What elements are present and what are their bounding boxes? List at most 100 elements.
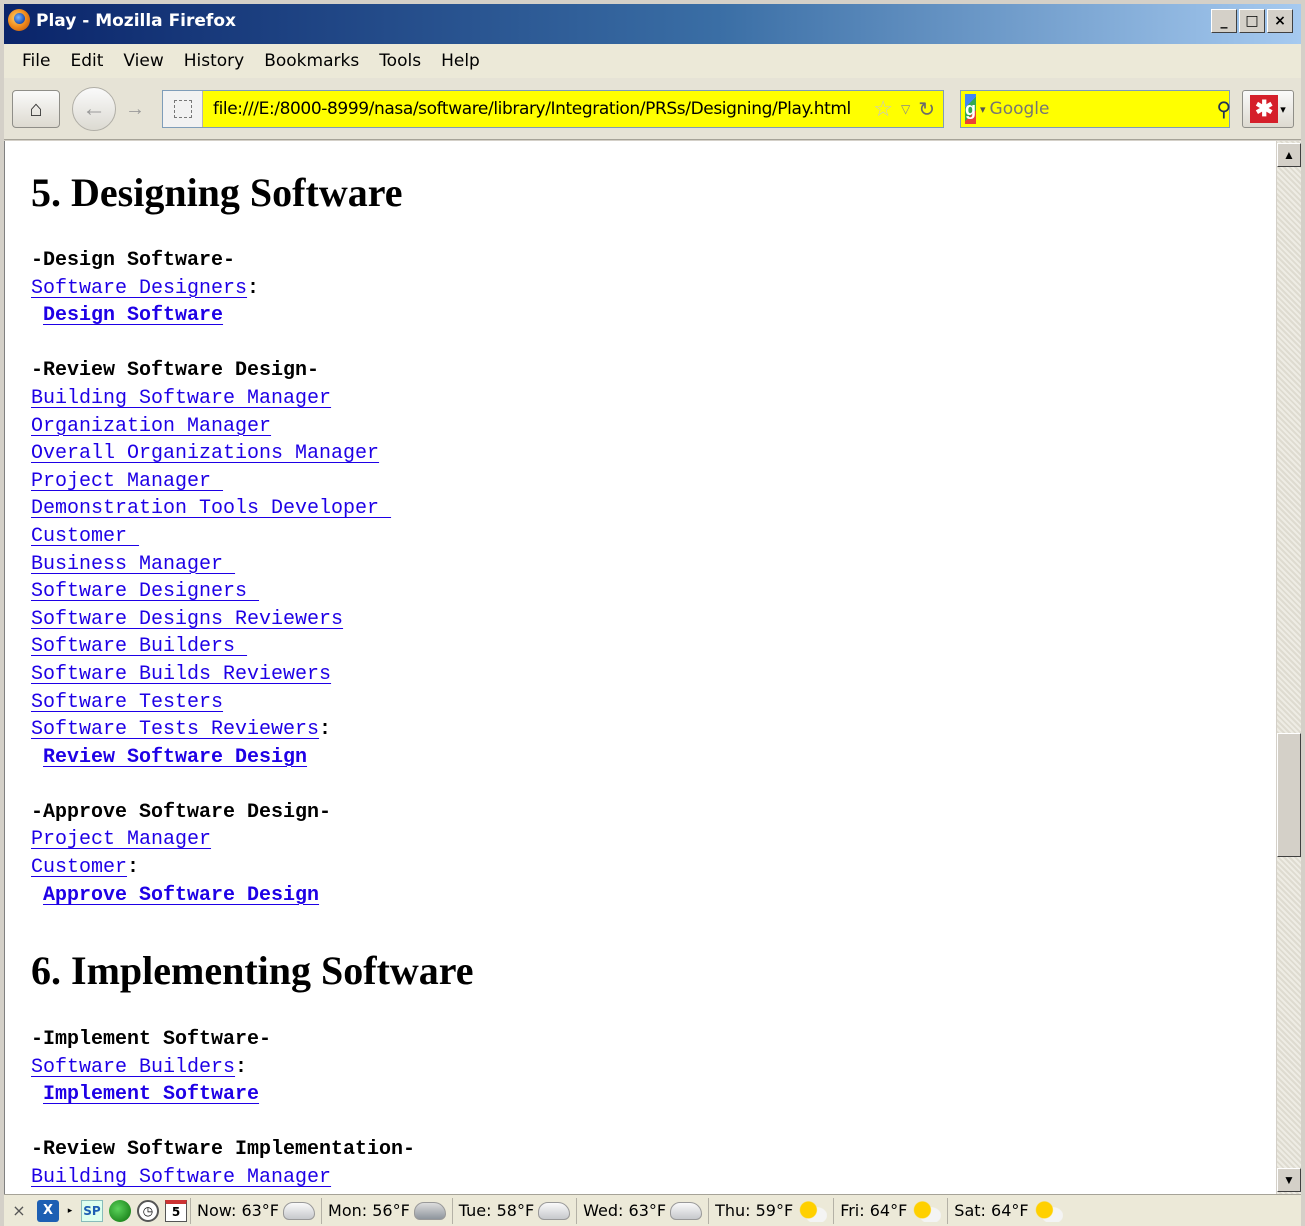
menu-history[interactable]: History (176, 47, 256, 75)
role-link[interactable]: Customer (31, 856, 127, 879)
role-link[interactable]: Software Designers (31, 580, 259, 603)
weather-label: Sat: 64°F (954, 1201, 1029, 1220)
section-heading-implementing: 6. Implementing Software (31, 948, 474, 993)
weather-label: Fri: 64°F (840, 1201, 908, 1220)
role-link[interactable]: Software Testers (31, 691, 223, 714)
site-identity-button[interactable] (163, 91, 203, 127)
weather-thu[interactable]: Thu: 59°F (708, 1197, 833, 1224)
google-engine-icon[interactable]: g (965, 94, 976, 124)
weather-wed[interactable]: Wed: 63°F (576, 1197, 708, 1224)
menu-bookmarks[interactable]: Bookmarks (256, 47, 371, 75)
role-link[interactable]: Software Designs Reviewers (31, 608, 343, 631)
reload-icon[interactable]: ↻ (914, 97, 943, 122)
partly-sunny-icon (911, 1199, 942, 1222)
close-addon-bar-icon[interactable]: × (4, 1201, 34, 1220)
addon-button[interactable]: ✱ ▾ (1242, 90, 1294, 128)
weather-sat[interactable]: Sat: 64°F (947, 1197, 1068, 1224)
menu-tools[interactable]: Tools (371, 47, 433, 75)
rain-cloud-icon (413, 1201, 446, 1220)
addon-dropdown-icon: ▾ (1280, 103, 1286, 116)
url-dropdown-icon[interactable]: ▽ (897, 102, 914, 116)
weather-now[interactable]: Now: 63°F (190, 1197, 321, 1224)
colon: : (235, 1055, 248, 1079)
activity-link[interactable]: Design Software (43, 304, 223, 327)
minimize-button[interactable]: _ (1211, 9, 1237, 33)
window-title: Play - Mozilla Firefox (36, 11, 236, 31)
weather-fri[interactable]: Fri: 64°F (833, 1197, 947, 1224)
block-title: -Implement Software- (31, 1028, 272, 1051)
activity-link[interactable]: Review Software Design (43, 746, 307, 769)
role-link[interactable]: Project Manager (31, 470, 223, 493)
menu-view[interactable]: View (115, 47, 175, 75)
back-arrow-icon: ← (82, 95, 106, 122)
page-icon (173, 100, 192, 118)
role-link[interactable]: Building Software Manager (31, 1166, 331, 1189)
menu-edit[interactable]: Edit (62, 47, 115, 75)
role-link[interactable]: Project Manager (31, 828, 211, 851)
role-link[interactable]: Building Software Manager (31, 387, 331, 410)
forward-button[interactable]: → (120, 94, 150, 124)
url-input[interactable]: file:///E:/8000-8999/nasa/software/libra… (203, 99, 869, 119)
section-heading-designing: 5. Designing Software (31, 170, 403, 215)
url-bar[interactable]: file:///E:/8000-8999/nasa/software/libra… (162, 90, 944, 128)
window-titlebar[interactable]: Play - Mozilla Firefox _ □ × (0, 0, 1305, 44)
role-link[interactable]: Software Designers (31, 277, 247, 300)
addon-icon: ✱ (1250, 95, 1279, 123)
bookmark-star-icon[interactable]: ☆ (869, 96, 897, 122)
maximize-button[interactable]: □ (1239, 9, 1265, 33)
activity-link[interactable]: Approve Software Design (43, 884, 319, 907)
partly-sunny-icon (797, 1199, 828, 1222)
clock-icon[interactable]: ◷ (137, 1199, 159, 1222)
block-title: -Review Software Implementation- (31, 1138, 416, 1162)
scroll-thumb[interactable] (1277, 733, 1301, 857)
window-controls: _ □ × (1211, 9, 1293, 33)
menu-bar: File Edit View History Bookmarks Tools H… (4, 44, 1301, 78)
xmarks-icon[interactable]: X (37, 1199, 59, 1222)
globe-icon[interactable] (109, 1199, 131, 1222)
colon: : (247, 276, 260, 300)
home-button[interactable]: ⌂ (12, 90, 60, 128)
back-forward-group: ← → (72, 86, 156, 132)
role-link[interactable]: Software Tests Reviewers (31, 718, 319, 741)
weather-mon[interactable]: Mon: 56°F (321, 1197, 452, 1224)
role-link[interactable]: Business Manager (31, 553, 235, 576)
search-input[interactable] (989, 99, 1209, 119)
block-title: -Review Software Design- (31, 359, 320, 383)
up-arrow-icon: ▲ (1283, 148, 1295, 162)
role-link[interactable]: Software Builders (31, 1056, 235, 1079)
role-link[interactable]: Demonstration Tools Developer (31, 497, 391, 520)
calendar-icon[interactable]: 5 (165, 1199, 187, 1222)
menu-file[interactable]: File (14, 47, 62, 75)
page-content[interactable]: 5. Designing Software -Design Software- … (4, 141, 1276, 1194)
expand-icon[interactable]: ▸ (65, 1200, 75, 1222)
weather-label: Wed: 63°F (583, 1201, 667, 1220)
scroll-up-button[interactable]: ▲ (1277, 143, 1301, 167)
role-link[interactable]: Organization Manager (31, 415, 271, 438)
block-title: -Design Software- (31, 249, 236, 272)
vertical-scrollbar[interactable]: ▲ ▼ (1277, 141, 1301, 1194)
colon: : (319, 718, 332, 742)
back-button[interactable]: ← (72, 87, 116, 131)
menu-help[interactable]: Help (433, 47, 492, 75)
role-link[interactable]: Overall Organizations Manager (31, 442, 379, 465)
role-link[interactable]: Customer (31, 525, 139, 548)
search-icon[interactable]: ⚲ (1209, 97, 1240, 122)
scroll-down-button[interactable]: ▼ (1277, 1168, 1301, 1192)
block-title: -Approve Software Design- (31, 800, 332, 824)
home-icon: ⌂ (29, 96, 43, 121)
activity-link[interactable]: Implement Software (43, 1083, 259, 1106)
weather-label: Now: 63°F (197, 1201, 280, 1220)
weather-tue[interactable]: Tue: 58°F (451, 1197, 576, 1224)
close-button[interactable]: × (1267, 9, 1293, 33)
colon: : (127, 856, 140, 880)
status-bar: × X ▸ SP ◷ 5 Now: 63°F Mon: 56°F Tue: 58… (4, 1194, 1301, 1226)
search-bar[interactable]: g ▾ ⚲ (960, 90, 1231, 128)
section-body-designing: -Design Software- Software Designers: De… (31, 247, 1231, 909)
cloud-icon (670, 1201, 703, 1220)
partly-sunny-icon (1032, 1199, 1063, 1222)
sp-icon[interactable]: SP (81, 1199, 103, 1222)
forward-arrow-icon: → (125, 97, 145, 120)
search-engine-dropdown-icon[interactable]: ▾ (976, 103, 990, 116)
role-link[interactable]: Software Builders (31, 635, 247, 658)
role-link[interactable]: Software Builds Reviewers (31, 663, 331, 686)
